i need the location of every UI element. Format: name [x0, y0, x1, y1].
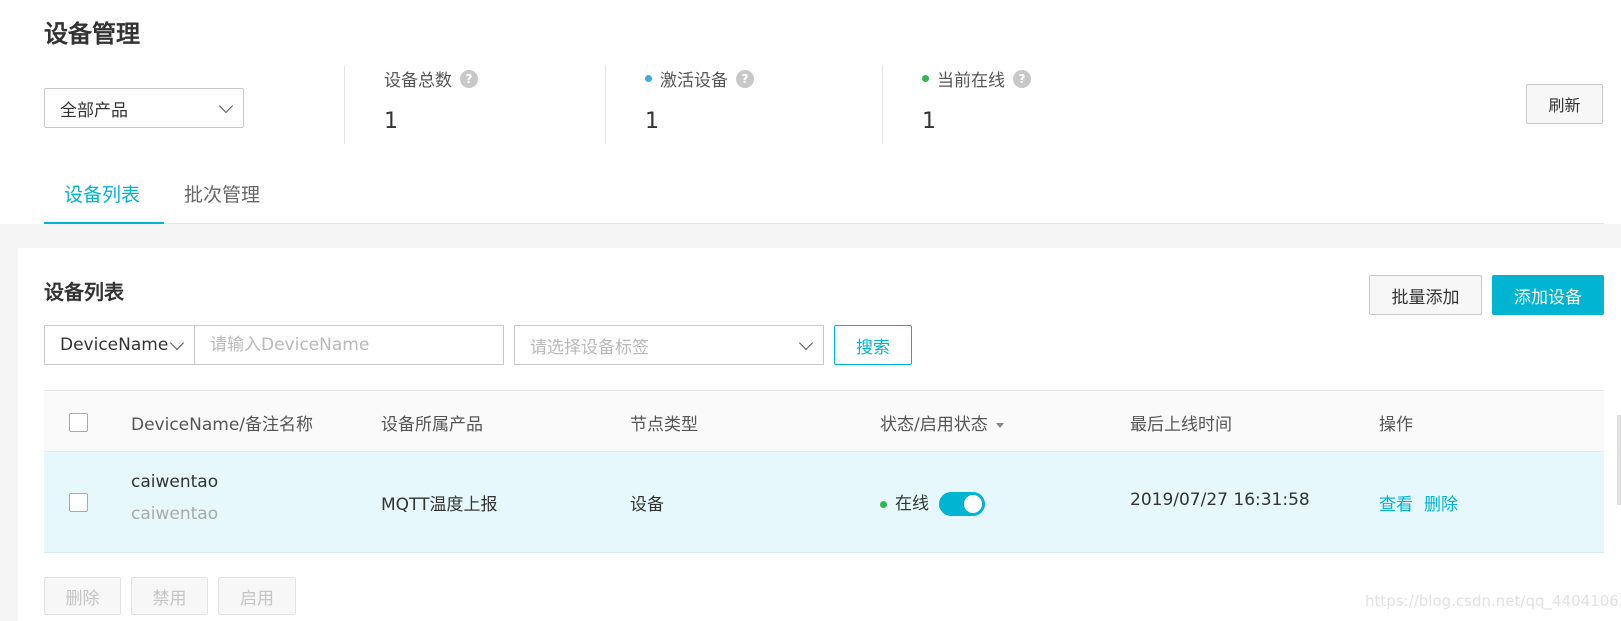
toggle-knob: [964, 495, 982, 513]
device-name: caiwentao: [131, 472, 219, 492]
section-title: 设备列表: [44, 280, 124, 304]
help-icon[interactable]: ?: [1013, 69, 1031, 88]
bulk-enable-button[interactable]: 启用: [218, 577, 296, 615]
row-checkbox[interactable]: [69, 493, 88, 512]
device-product: MQTT温度上报: [381, 495, 498, 515]
chevron-down-icon: [169, 335, 185, 351]
device-name-search-input[interactable]: [194, 325, 504, 365]
stat-online-value: 1: [922, 109, 936, 134]
sort-caret-icon: [995, 422, 1004, 428]
device-remark: caiwentao: [131, 504, 219, 524]
column-header-label: 状态/启用状态: [880, 415, 988, 435]
batch-add-button[interactable]: 批量添加: [1369, 275, 1482, 315]
column-header: 节点类型: [630, 415, 698, 435]
device-status: 在线: [880, 489, 985, 516]
refresh-button[interactable]: 刷新: [1526, 84, 1603, 124]
column-header: 最后上线时间: [1130, 415, 1232, 435]
status-text: 在线: [895, 494, 929, 514]
stat-divider: [344, 66, 345, 144]
device-node-type: 设备: [630, 495, 664, 515]
stat-total-label: 设备总数: [384, 71, 452, 91]
bulk-delete-button[interactable]: 删除: [44, 577, 121, 615]
page-title: 设备管理: [44, 20, 140, 48]
column-header: 设备所属产品: [381, 415, 483, 435]
help-icon[interactable]: ?: [460, 69, 478, 88]
online-dot-icon: [922, 75, 929, 82]
stat-active-label: 激活设备: [660, 71, 728, 91]
delete-link[interactable]: 删除: [1424, 490, 1458, 515]
select-all-checkbox[interactable]: [69, 413, 88, 432]
view-link[interactable]: 查看: [1379, 490, 1413, 515]
enable-toggle[interactable]: [939, 492, 985, 516]
device-tag-select[interactable]: 请选择设备标签: [514, 325, 824, 365]
edge-shadow: [1617, 415, 1621, 505]
search-field-select[interactable]: DeviceName: [44, 325, 195, 365]
stat-online-devices: 当前在线 ? 1: [922, 66, 1031, 134]
active-dot-icon: [645, 75, 652, 82]
stat-total-value: 1: [384, 109, 398, 134]
search-button[interactable]: 搜索: [834, 325, 912, 365]
bulk-disable-button[interactable]: 禁用: [131, 577, 208, 615]
online-dot-icon: [880, 500, 887, 508]
stat-active-devices: 激活设备 ? 1: [645, 66, 754, 134]
stat-divider: [605, 66, 606, 144]
column-header: DeviceName/备注名称: [131, 415, 314, 435]
help-icon[interactable]: ?: [736, 69, 754, 88]
device-tag-placeholder: 请选择设备标签: [530, 337, 649, 358]
status-column-header[interactable]: 状态/启用状态: [880, 410, 1004, 435]
watermark: https://blog.csdn.net/qq_44041062: [1365, 592, 1621, 610]
stat-online-label: 当前在线: [937, 71, 1005, 91]
table-header: DeviceName/备注名称 设备所属产品 节点类型 状态/启用状态 最后上线…: [44, 390, 1604, 452]
add-device-button[interactable]: 添加设备: [1492, 275, 1604, 315]
stat-total-devices: 设备总数 ? 1: [384, 66, 478, 134]
column-header: 操作: [1379, 415, 1413, 435]
stat-divider: [882, 66, 883, 144]
tab-device-list[interactable]: 设备列表: [64, 180, 140, 207]
product-filter-select[interactable]: 全部产品: [44, 88, 244, 128]
product-filter-value: 全部产品: [60, 100, 128, 121]
chevron-down-icon: [218, 98, 234, 114]
last-online-time: 2019/07/27 16:31:58: [1130, 490, 1310, 510]
chevron-down-icon: [798, 335, 814, 351]
tab-batch-management[interactable]: 批次管理: [184, 180, 260, 207]
search-field-value: DeviceName: [60, 335, 169, 355]
stat-active-value: 1: [645, 109, 659, 134]
device-management-page: 设备管理 全部产品 设备总数 ? 1 激活设备 ? 1 当前在线 ? 1 刷新 …: [0, 0, 1621, 621]
table-row: caiwentao caiwentao MQTT温度上报 设备 在线 2019/…: [44, 452, 1604, 553]
tab-bar: 设备列表 批次管理: [44, 170, 1604, 224]
